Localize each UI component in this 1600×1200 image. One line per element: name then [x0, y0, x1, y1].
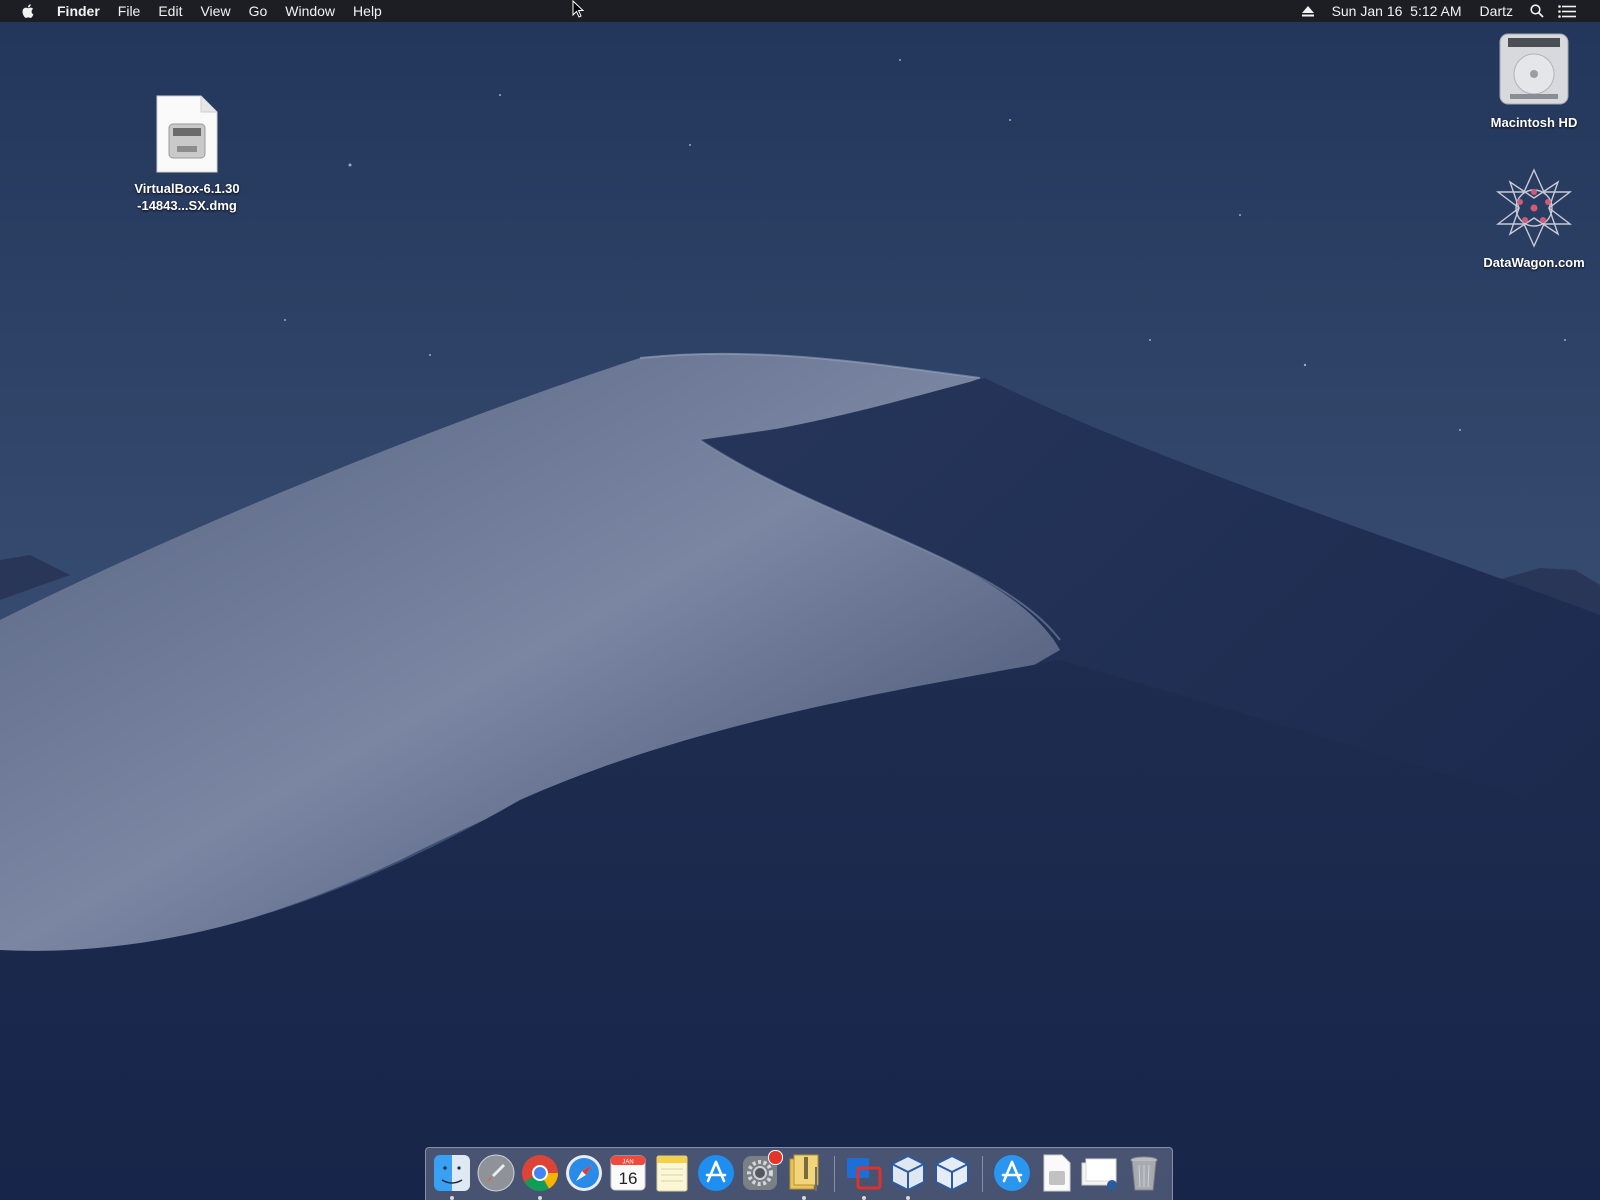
dock-separator — [834, 1156, 835, 1192]
dock-system-preferences[interactable] — [740, 1150, 783, 1193]
dock-virtualbox-installer[interactable] — [932, 1153, 972, 1193]
spotlight-search-icon[interactable] — [1522, 0, 1552, 22]
desktop-icon-macintosh-hd[interactable]: Macintosh HD — [1472, 30, 1596, 131]
calendar-month: JAN — [622, 1160, 633, 1166]
dmg-name-line2: -14843...SX.dmg — [137, 198, 237, 213]
calendar-icon: JAN 16 — [610, 1155, 646, 1191]
menubar-user[interactable]: Dartz — [1471, 0, 1522, 22]
menu-bar: Finder File Edit View Go Window Help Sun… — [0, 0, 1600, 22]
notification-center-icon[interactable] — [1552, 0, 1582, 22]
menubar-clock[interactable]: Sun Jan 16 5:12 AM — [1323, 0, 1471, 22]
dock-notes[interactable] — [652, 1153, 692, 1193]
dock-app-store[interactable] — [696, 1153, 736, 1193]
dock-document-stack[interactable] — [1036, 1153, 1076, 1193]
running-indicator — [906, 1196, 910, 1200]
dock: JAN 16 — [425, 1147, 1173, 1200]
document-file-icon — [1043, 1154, 1071, 1192]
notes-icon — [656, 1155, 688, 1192]
virtualbox-cube-icon — [891, 1154, 925, 1192]
mouse-cursor-icon — [572, 0, 585, 18]
running-indicator — [538, 1196, 542, 1200]
dock-chrome[interactable] — [520, 1153, 560, 1200]
dock-archive-utility[interactable] — [784, 1153, 824, 1200]
running-indicator — [802, 1196, 806, 1200]
chrome-icon — [522, 1155, 558, 1192]
dock-trash[interactable] — [1124, 1153, 1164, 1193]
dock-safari[interactable] — [564, 1153, 604, 1193]
menu-edit[interactable]: Edit — [149, 0, 191, 22]
macintosh-hd-label: Macintosh HD — [1490, 115, 1578, 130]
launchpad-rocket-icon — [477, 1154, 515, 1192]
notification-badge — [768, 1150, 783, 1165]
hard-drive-icon — [1499, 33, 1569, 105]
dock-launchpad[interactable] — [476, 1153, 516, 1193]
datawagon-label: DataWagon.com — [1483, 255, 1585, 270]
datawagon-star-icon — [1495, 168, 1573, 248]
menu-view[interactable]: View — [191, 0, 239, 22]
running-indicator — [450, 1196, 454, 1200]
dmg-file-icon — [156, 95, 218, 173]
desktop-icon-datawagon[interactable]: DataWagon.com — [1472, 168, 1596, 271]
app-store-icon — [698, 1155, 734, 1191]
dock-migration-assistant[interactable] — [844, 1153, 884, 1200]
virtualbox-cube-icon — [935, 1154, 969, 1192]
dock-finder[interactable] — [432, 1153, 472, 1200]
menu-file[interactable]: File — [109, 0, 150, 22]
menu-window[interactable]: Window — [276, 0, 344, 22]
running-indicator — [862, 1196, 866, 1200]
dock-downloads-stack[interactable] — [1080, 1153, 1120, 1193]
downloads-folder-icon — [1081, 1158, 1117, 1190]
dock-virtualbox[interactable] — [888, 1153, 928, 1200]
app-store-icon — [994, 1155, 1030, 1191]
dock-separator — [982, 1156, 983, 1192]
menu-go[interactable]: Go — [240, 0, 277, 22]
desktop-icon-virtualbox-dmg[interactable]: VirtualBox-6.1.30 -14843...SX.dmg — [122, 94, 252, 214]
safari-compass-icon — [566, 1155, 602, 1191]
finder-icon — [434, 1155, 470, 1191]
migration-icon — [847, 1158, 882, 1190]
eject-icon[interactable] — [1293, 0, 1323, 22]
dock-applications-stack[interactable] — [992, 1153, 1032, 1193]
archive-zip-icon — [789, 1154, 819, 1191]
menu-app-finder[interactable]: Finder — [48, 0, 109, 22]
dock-calendar[interactable]: JAN 16 — [608, 1153, 648, 1193]
trash-icon — [1130, 1156, 1158, 1191]
dmg-name-line1: VirtualBox-6.1.30 — [134, 181, 240, 196]
calendar-day: 16 — [619, 1169, 638, 1188]
menu-help[interactable]: Help — [344, 0, 391, 22]
apple-menu-icon[interactable] — [20, 3, 36, 19]
